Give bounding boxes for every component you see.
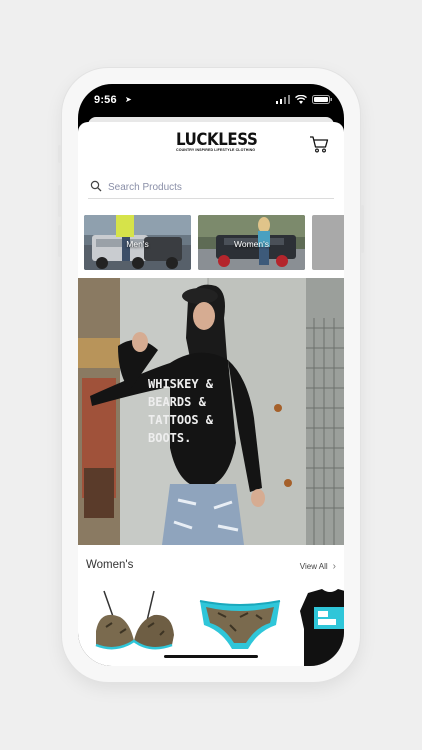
category-tile-mens[interactable]: Men's bbox=[84, 215, 191, 270]
search-bar bbox=[88, 177, 334, 199]
location-arrow-icon: ➤ bbox=[125, 95, 132, 104]
view-all-label: View All bbox=[299, 562, 328, 571]
home-indicator[interactable] bbox=[164, 655, 258, 658]
product-card-tee[interactable] bbox=[300, 589, 344, 666]
womens-section-header: Women's View All › bbox=[78, 545, 344, 587]
category-label-womens: Women's bbox=[233, 239, 269, 249]
hero-shirt-line-2: BEARDS & bbox=[148, 395, 207, 409]
hero-shirt-line-3: TATTOOS & bbox=[148, 413, 214, 427]
hero-banner[interactable]: WHISKEY & BEARDS & TATTOOS & BOOTS. bbox=[78, 278, 344, 545]
logo-title: LUCKLESS bbox=[176, 128, 258, 150]
status-bar: 9:56 ➤ bbox=[78, 84, 344, 116]
category-carousel: Men's Women's bbox=[84, 215, 344, 270]
status-icons bbox=[276, 95, 332, 104]
status-time: 9:56 bbox=[94, 94, 117, 106]
section-title: Women's bbox=[86, 559, 134, 571]
silent-switch bbox=[58, 145, 61, 163]
luckless-logo[interactable]: LUCKLESS COUNTRY INSPIRED LIFESTYLE CLOT… bbox=[176, 128, 258, 152]
screen: 9:56 ➤ LUCKLESS COUNTRY INSPIRED LIFESTY… bbox=[78, 84, 344, 666]
wifi-icon bbox=[295, 95, 307, 104]
hero-shirt-line-1: WHISKEY & bbox=[148, 377, 214, 391]
cart-icon[interactable] bbox=[309, 135, 329, 153]
signal-icon bbox=[276, 95, 290, 104]
volume-down-button bbox=[58, 225, 61, 257]
view-all-button[interactable]: View All › bbox=[300, 561, 336, 572]
power-button bbox=[361, 205, 364, 253]
category-label-mens: Men's bbox=[126, 239, 149, 249]
category-tile-more[interactable] bbox=[312, 215, 344, 270]
category-tile-womens[interactable]: Women's bbox=[198, 215, 305, 270]
battery-icon bbox=[312, 95, 332, 104]
search-input[interactable] bbox=[108, 179, 328, 195]
volume-up-button bbox=[58, 185, 61, 217]
chevron-right-icon: › bbox=[332, 561, 336, 572]
header: LUCKLESS COUNTRY INSPIRED LIFESTYLE CLOT… bbox=[78, 122, 344, 172]
hero-shirt-line-4: BOOTS. bbox=[148, 431, 191, 445]
hero-image: WHISKEY & BEARDS & TATTOOS & BOOTS. bbox=[78, 278, 344, 545]
search-icon bbox=[90, 180, 102, 192]
app-content: LUCKLESS COUNTRY INSPIRED LIFESTYLE CLOT… bbox=[78, 122, 344, 666]
